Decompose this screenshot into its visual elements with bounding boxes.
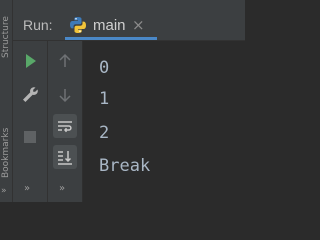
scroll-to-end-button[interactable]	[53, 145, 77, 169]
toolbar-more-icon[interactable]: »	[59, 183, 65, 194]
left-tool-strip: Structure Bookmarks »	[0, 0, 13, 202]
scroll-to-end-icon	[58, 151, 72, 165]
stop-button[interactable]	[18, 125, 42, 149]
run-tool-window: Structure Bookmarks » Run: main × » » 0 …	[0, 0, 245, 202]
scroll-up-icon	[59, 53, 71, 67]
tab-main[interactable]: main ×	[65, 8, 157, 40]
strip-more-icon[interactable]: »	[1, 186, 7, 196]
console-output[interactable]: 0 1 2 Break	[83, 41, 245, 202]
toolbar-more-icon[interactable]: »	[24, 183, 30, 194]
soft-wrap-icon	[58, 121, 72, 133]
settings-button[interactable]	[18, 83, 42, 107]
run-header: Run: main ×	[13, 0, 245, 41]
console-line: 0	[99, 58, 110, 78]
rerun-button[interactable]	[18, 49, 42, 73]
scroll-down-button[interactable]	[53, 83, 77, 107]
python-icon	[70, 17, 86, 33]
bookmarks-tool-button[interactable]: Bookmarks	[1, 100, 11, 178]
structure-tool-button[interactable]: Structure	[1, 0, 11, 58]
run-label: Run:	[23, 17, 53, 33]
run-toolbar-secondary: »	[48, 41, 83, 202]
close-icon[interactable]: ×	[132, 16, 145, 34]
console-line: 2	[99, 123, 110, 143]
scroll-down-icon	[59, 89, 71, 103]
scroll-up-button[interactable]	[53, 49, 77, 73]
tab-main-label: main	[93, 17, 126, 34]
soft-wrap-button[interactable]	[53, 114, 77, 138]
console-line: 1	[99, 89, 110, 109]
rerun-icon	[26, 54, 36, 68]
wrench-icon	[23, 87, 38, 102]
console-line: Break	[99, 156, 151, 176]
stop-icon	[24, 131, 36, 143]
run-toolbar-primary: »	[13, 41, 48, 202]
